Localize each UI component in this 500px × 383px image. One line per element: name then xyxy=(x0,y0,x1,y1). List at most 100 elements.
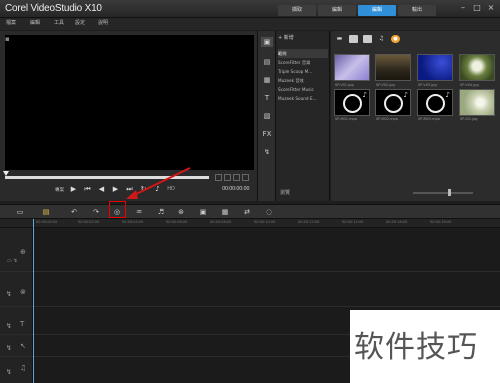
split-icon[interactable] xyxy=(233,174,240,181)
folder-scorefitter[interactable]: ScoreFitter 音樂 xyxy=(278,58,328,67)
scrubber-handle[interactable] xyxy=(3,171,9,176)
folder-muzeek[interactable]: Muzeek 音效 xyxy=(278,76,328,85)
thumbnail-8[interactable] xyxy=(459,89,495,116)
thumbnail-2[interactable] xyxy=(375,54,411,81)
ruler-tick: 00:00:16:00 xyxy=(386,220,408,224)
title-icon[interactable]: T xyxy=(261,93,273,103)
overlay-track-icon[interactable]: ↯ xyxy=(6,290,12,298)
multi-camera-icon[interactable]: ▦ xyxy=(219,208,231,217)
import-folder-icon[interactable]: ▬ xyxy=(335,35,344,43)
thumbnail-size-slider[interactable] xyxy=(413,192,473,194)
prev-frame-icon[interactable]: ◀ xyxy=(96,184,107,195)
media-library: ▬ ♫ ● SP-V01.jpg SP-V02.jpg SP-V03.jpg S… xyxy=(331,31,500,201)
maximize-button[interactable]: □ xyxy=(472,3,482,13)
project-clip-toggle[interactable]: 專案 xyxy=(55,187,65,193)
auto-music-icon[interactable]: ♬ xyxy=(155,208,167,217)
app-title: Corel VideoStudio X10 xyxy=(5,3,102,14)
media-icon[interactable]: ▣ xyxy=(261,37,273,47)
track-toggle-icon[interactable]: ⊗ xyxy=(20,288,26,296)
add-folder-label: 新增 xyxy=(283,35,294,41)
thumbnail-7-label: SP-M03.mpa xyxy=(418,117,440,121)
timeline-view-icon[interactable]: ▤ xyxy=(40,208,52,217)
tab-edit[interactable]: 編輯 xyxy=(318,5,356,16)
motion-tracking-icon[interactable]: ⊛ xyxy=(175,208,187,217)
folder-triple-scoop[interactable]: Triple Scoop M... xyxy=(278,67,328,76)
folder-samples[interactable]: 範例 xyxy=(278,49,328,58)
scrubber-bar[interactable] xyxy=(5,176,209,179)
playhead[interactable] xyxy=(33,219,34,383)
show-audio-icon[interactable]: ♫ xyxy=(377,35,386,43)
play-icon[interactable]: ▶ xyxy=(68,184,79,195)
browse-button[interactable]: 瀏覽 xyxy=(280,189,290,196)
menu-tools[interactable]: 工具 xyxy=(54,19,64,26)
minimize-button[interactable]: – xyxy=(458,3,468,13)
volume-icon[interactable]: ♪ xyxy=(152,184,163,195)
sort-icon[interactable]: ● xyxy=(391,35,400,43)
thumbnail-5[interactable]: ♪ xyxy=(334,89,370,116)
thumbnail-5-label: SP-M01.mpa xyxy=(335,117,357,121)
subtitle-editor-icon[interactable]: ▣ xyxy=(197,208,209,217)
show-photo-icon[interactable] xyxy=(363,35,372,43)
window-controls: – □ × xyxy=(458,3,496,13)
redo-icon[interactable]: ↷ xyxy=(90,208,102,217)
music-track-icon[interactable]: ↯ xyxy=(6,368,12,376)
tab-share[interactable]: 輸出 xyxy=(398,5,436,16)
folder-muzeek-sound[interactable]: Muzeek Sound E... xyxy=(278,94,328,103)
voice-track-icon[interactable]: ↯ xyxy=(6,344,12,352)
menu-file[interactable]: 檔案 xyxy=(6,19,16,26)
thumbnail-7[interactable]: ♪ xyxy=(417,89,453,116)
folder-scorefitter-music[interactable]: ScoreFitter Music xyxy=(278,85,328,94)
media-toolbar: ▬ ♫ ● xyxy=(335,35,400,43)
thumbnail-8-label: SP-I01.jpg xyxy=(460,117,478,121)
video-track-icon[interactable]: ▭ ↯ xyxy=(7,258,18,264)
speech-icon[interactable]: ◌ xyxy=(263,208,275,217)
graphic-icon[interactable]: ▧ xyxy=(261,111,273,121)
add-folder-button[interactable]: + 新增 xyxy=(278,34,294,41)
thumbnail-1[interactable] xyxy=(334,54,370,81)
ruler-tick: 00:00:08:00 xyxy=(210,220,232,224)
thumbnail-6[interactable]: ♪ xyxy=(375,89,411,116)
transition-icon[interactable]: ▦ xyxy=(261,75,273,85)
instant-project-icon[interactable]: ▤ xyxy=(261,57,273,67)
music-icon[interactable]: ♫ xyxy=(20,364,26,372)
track-toggle-icon[interactable]: ⊕ xyxy=(20,248,26,256)
ruler-tick: 00:00:04:00 xyxy=(122,220,144,224)
undo-icon[interactable]: ↶ xyxy=(68,208,80,217)
next-frame-icon[interactable]: ▶ xyxy=(110,184,121,195)
menu-bar: 檔案 編輯 工具 設定 說明 xyxy=(0,18,500,30)
show-video-icon[interactable] xyxy=(349,35,358,43)
end-icon[interactable]: ⏭ xyxy=(124,184,135,195)
menu-help[interactable]: 說明 xyxy=(98,19,108,26)
thumbnail-3[interactable] xyxy=(417,54,453,81)
pin-icon: ▪ xyxy=(5,35,10,43)
path-icon[interactable]: ↯ xyxy=(261,147,273,157)
mark-in-icon[interactable] xyxy=(215,174,222,181)
timeline-ruler[interactable]: 00:00:00:00 00:00:02:00 00:00:04:00 00:0… xyxy=(0,219,500,228)
thumbnail-4-label: SP-V04.jpg xyxy=(460,83,479,87)
close-button[interactable]: × xyxy=(486,3,496,13)
tab-capture[interactable]: 擷取 xyxy=(278,5,316,16)
thumbnail-4[interactable] xyxy=(459,54,495,81)
title-track-icon[interactable]: ↯ xyxy=(6,322,12,330)
mic-icon[interactable]: ↖ xyxy=(20,342,26,350)
enlarge-icon[interactable] xyxy=(242,174,249,181)
ruler-tick: 00:00:12:00 xyxy=(298,220,320,224)
menu-settings[interactable]: 設定 xyxy=(75,19,85,26)
storyboard-view-icon[interactable]: ▭ xyxy=(14,208,26,217)
mark-out-icon[interactable] xyxy=(224,174,231,181)
menu-edit[interactable]: 編輯 xyxy=(30,19,40,26)
repeat-icon[interactable]: ↻ xyxy=(138,184,149,195)
thumbnail-size-knob[interactable] xyxy=(448,189,451,196)
time-remapping-icon[interactable]: ⇄ xyxy=(241,208,253,217)
home-icon[interactable]: ⏮ xyxy=(82,184,93,195)
hd-toggle[interactable]: HD xyxy=(166,184,176,195)
preview-window[interactable]: ▪ xyxy=(5,35,254,170)
timecode[interactable]: 00:00:00:00 xyxy=(222,186,250,192)
sound-mixer-icon[interactable]: ♒ xyxy=(133,208,145,217)
tab-edit-active[interactable]: 編輯 xyxy=(358,5,396,16)
thumbnail-6-label: SP-M02.mpa xyxy=(376,117,398,121)
title-track-toggle[interactable]: T xyxy=(20,320,24,328)
fx-icon[interactable]: FX xyxy=(261,129,273,139)
clip-tools xyxy=(215,174,249,181)
ruler-tick: 00:00:06:00 xyxy=(166,220,188,224)
